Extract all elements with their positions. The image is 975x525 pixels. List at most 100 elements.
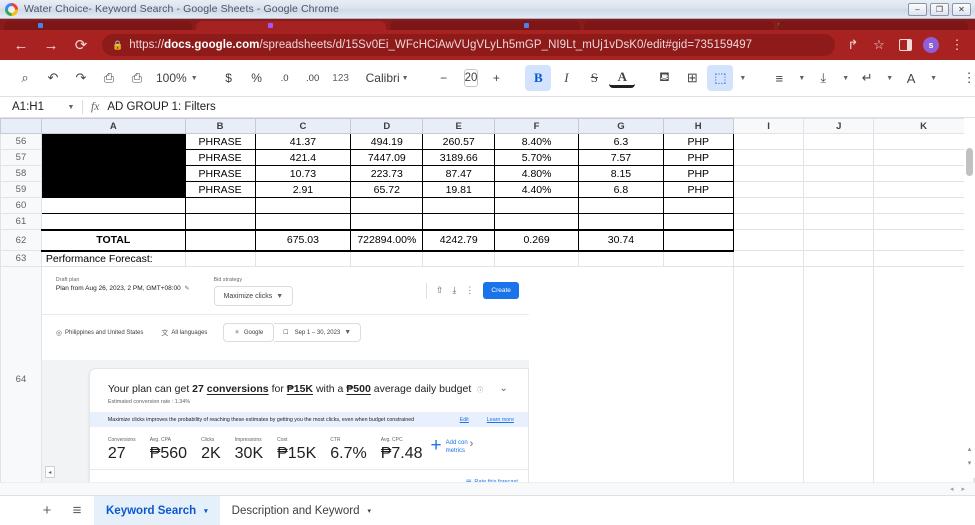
cell-i60[interactable]: [732, 197, 805, 214]
cell-h63[interactable]: [662, 250, 734, 267]
cell-j59[interactable]: [803, 181, 875, 198]
banner-edit-link[interactable]: Edit: [460, 417, 469, 423]
bookmark-star-icon[interactable]: ☆: [867, 33, 891, 57]
cell-c61[interactable]: [254, 213, 352, 230]
share-icon[interactable]: ⇧: [436, 285, 444, 296]
cell-a57[interactable]: [40, 149, 186, 166]
sheet-tab-description-and-keyword[interactable]: Description and Keyword ▾: [220, 496, 383, 525]
cell-a59[interactable]: [40, 181, 186, 198]
cell-h58[interactable]: PHP: [662, 165, 734, 182]
cell-h59[interactable]: PHP: [662, 181, 734, 198]
next-arrow-icon[interactable]: ›: [470, 438, 474, 450]
cell-b61[interactable]: [184, 213, 256, 230]
cell-k58[interactable]: [873, 165, 974, 182]
chevron-down-icon[interactable]: ▼: [930, 75, 937, 82]
cell-e63[interactable]: [422, 250, 496, 267]
table-row[interactable]: 57 PHRASE 421.4 7447.09 3189.66 5.70% 7.…: [0, 149, 975, 166]
cell-h57[interactable]: PHP: [662, 149, 734, 166]
create-button[interactable]: Create: [483, 282, 519, 299]
column-header-f[interactable]: F: [494, 118, 579, 134]
row-header[interactable]: 56: [0, 133, 42, 150]
cell-a61[interactable]: [40, 213, 186, 230]
cell-d58[interactable]: 223.73: [350, 165, 424, 182]
network-selector[interactable]: ⚛ Google: [223, 323, 275, 342]
bold-button[interactable]: B: [525, 65, 552, 91]
scroll-left-icon[interactable]: ◂: [950, 485, 954, 493]
address-bar[interactable]: 🔒 https://docs.google.com/spreadsheets/d…: [102, 34, 835, 56]
cell-j61[interactable]: [803, 213, 875, 230]
cell-k63[interactable]: [873, 250, 974, 267]
cell-g56[interactable]: 6.3: [578, 133, 664, 150]
spreadsheet-grid[interactable]: A B C D E F G H I J K 56 PHRASE 41.37 49…: [0, 118, 975, 491]
cell-e57[interactable]: 3189.66: [422, 149, 496, 166]
cell-i56[interactable]: [732, 133, 805, 150]
strikethrough-button[interactable]: S: [581, 65, 607, 91]
cell-h62[interactable]: [662, 228, 734, 252]
fill-color-icon[interactable]: ⛾: [651, 65, 677, 91]
cell-d56[interactable]: 494.19: [350, 133, 424, 150]
merge-cells-icon[interactable]: ⬚: [707, 65, 734, 91]
row-header[interactable]: 62: [0, 229, 42, 251]
cell-i58[interactable]: [732, 165, 805, 182]
cell-b57[interactable]: PHRASE: [184, 149, 256, 166]
cell-c62[interactable]: 675.03: [254, 228, 352, 252]
cell-e60[interactable]: [422, 197, 496, 214]
column-header-a[interactable]: A: [40, 118, 186, 134]
row-header[interactable]: 57: [0, 149, 42, 166]
cell-g57[interactable]: 7.57: [578, 149, 664, 166]
cell-i64[interactable]: [732, 266, 805, 491]
zoom-selector[interactable]: 100% ▼: [152, 71, 202, 85]
cell-a58[interactable]: [40, 165, 186, 182]
column-header-g[interactable]: G: [578, 118, 664, 134]
increase-decimal-icon[interactable]: .00: [300, 65, 326, 91]
chevron-down-icon[interactable]: ▼: [402, 75, 409, 82]
select-all-corner[interactable]: [0, 118, 42, 134]
cell-k60[interactable]: [873, 197, 974, 214]
add-sheet-icon[interactable]: +: [34, 498, 60, 524]
cell-f61[interactable]: [494, 213, 579, 230]
cell-c58[interactable]: 10.73: [254, 165, 352, 182]
cell-c63[interactable]: [254, 250, 352, 267]
cell-f62[interactable]: 0.269: [494, 228, 579, 252]
column-header-e[interactable]: E: [422, 118, 496, 134]
cell-f58[interactable]: 4.80%: [494, 165, 579, 182]
cell-d59[interactable]: 65.72: [350, 181, 424, 198]
text-rotation-icon[interactable]: A: [898, 65, 924, 91]
table-row-total[interactable]: 62 TOTAL 675.03 722894.00% 4242.79 0.269…: [0, 228, 975, 252]
profile-avatar[interactable]: s: [919, 33, 943, 57]
download-icon[interactable]: ⤓: [452, 285, 456, 296]
cell-d57[interactable]: 7447.09: [350, 149, 424, 166]
cell-a56[interactable]: [40, 133, 186, 150]
chevron-down-icon[interactable]: ▼: [798, 75, 805, 82]
date-range-selector[interactable]: ☐ Sep 1 – 30, 2023 ▼: [274, 323, 362, 342]
cell-k57[interactable]: [873, 149, 974, 166]
decrease-decimal-icon[interactable]: .0: [272, 65, 298, 91]
table-row[interactable]: 63 Performance Forecast:: [0, 250, 975, 267]
cell-e61[interactable]: [422, 213, 496, 230]
cell-c59[interactable]: 2.91: [254, 181, 352, 198]
cell-d62[interactable]: 722894.00%: [350, 228, 424, 252]
name-box[interactable]: A1:H1: [0, 101, 60, 113]
column-header-j[interactable]: J: [803, 118, 875, 134]
cell-g58[interactable]: 8.15: [578, 165, 664, 182]
formula-input[interactable]: AD GROUP 1: Filters: [107, 101, 215, 113]
cell-g59[interactable]: 6.8: [578, 181, 664, 198]
column-header-c[interactable]: C: [254, 118, 352, 134]
cell-a62[interactable]: TOTAL: [40, 228, 186, 252]
cell-c60[interactable]: [254, 197, 352, 214]
increase-font-size-button[interactable]: +: [483, 65, 509, 91]
cell-j57[interactable]: [803, 149, 875, 166]
undo-icon[interactable]: ↶: [40, 65, 66, 91]
decrease-font-size-button[interactable]: −: [431, 65, 457, 91]
performance-forecast-image[interactable]: Draft plan Plan from Aug 26, 2023, 2 PM,…: [41, 267, 529, 491]
all-sheets-icon[interactable]: ≡: [64, 498, 90, 524]
cell-i63[interactable]: [732, 250, 805, 267]
vertical-scroll-thumb[interactable]: [966, 148, 973, 176]
share-icon[interactable]: ↱: [841, 33, 865, 57]
cell-k56[interactable]: [873, 133, 974, 150]
cell-a60[interactable]: [40, 197, 186, 214]
info-icon[interactable]: ⓘ: [477, 388, 483, 394]
borders-icon[interactable]: ⊞: [679, 65, 705, 91]
cell-c56[interactable]: 41.37: [254, 133, 352, 150]
paint-format-icon[interactable]: ⎙: [124, 65, 150, 91]
